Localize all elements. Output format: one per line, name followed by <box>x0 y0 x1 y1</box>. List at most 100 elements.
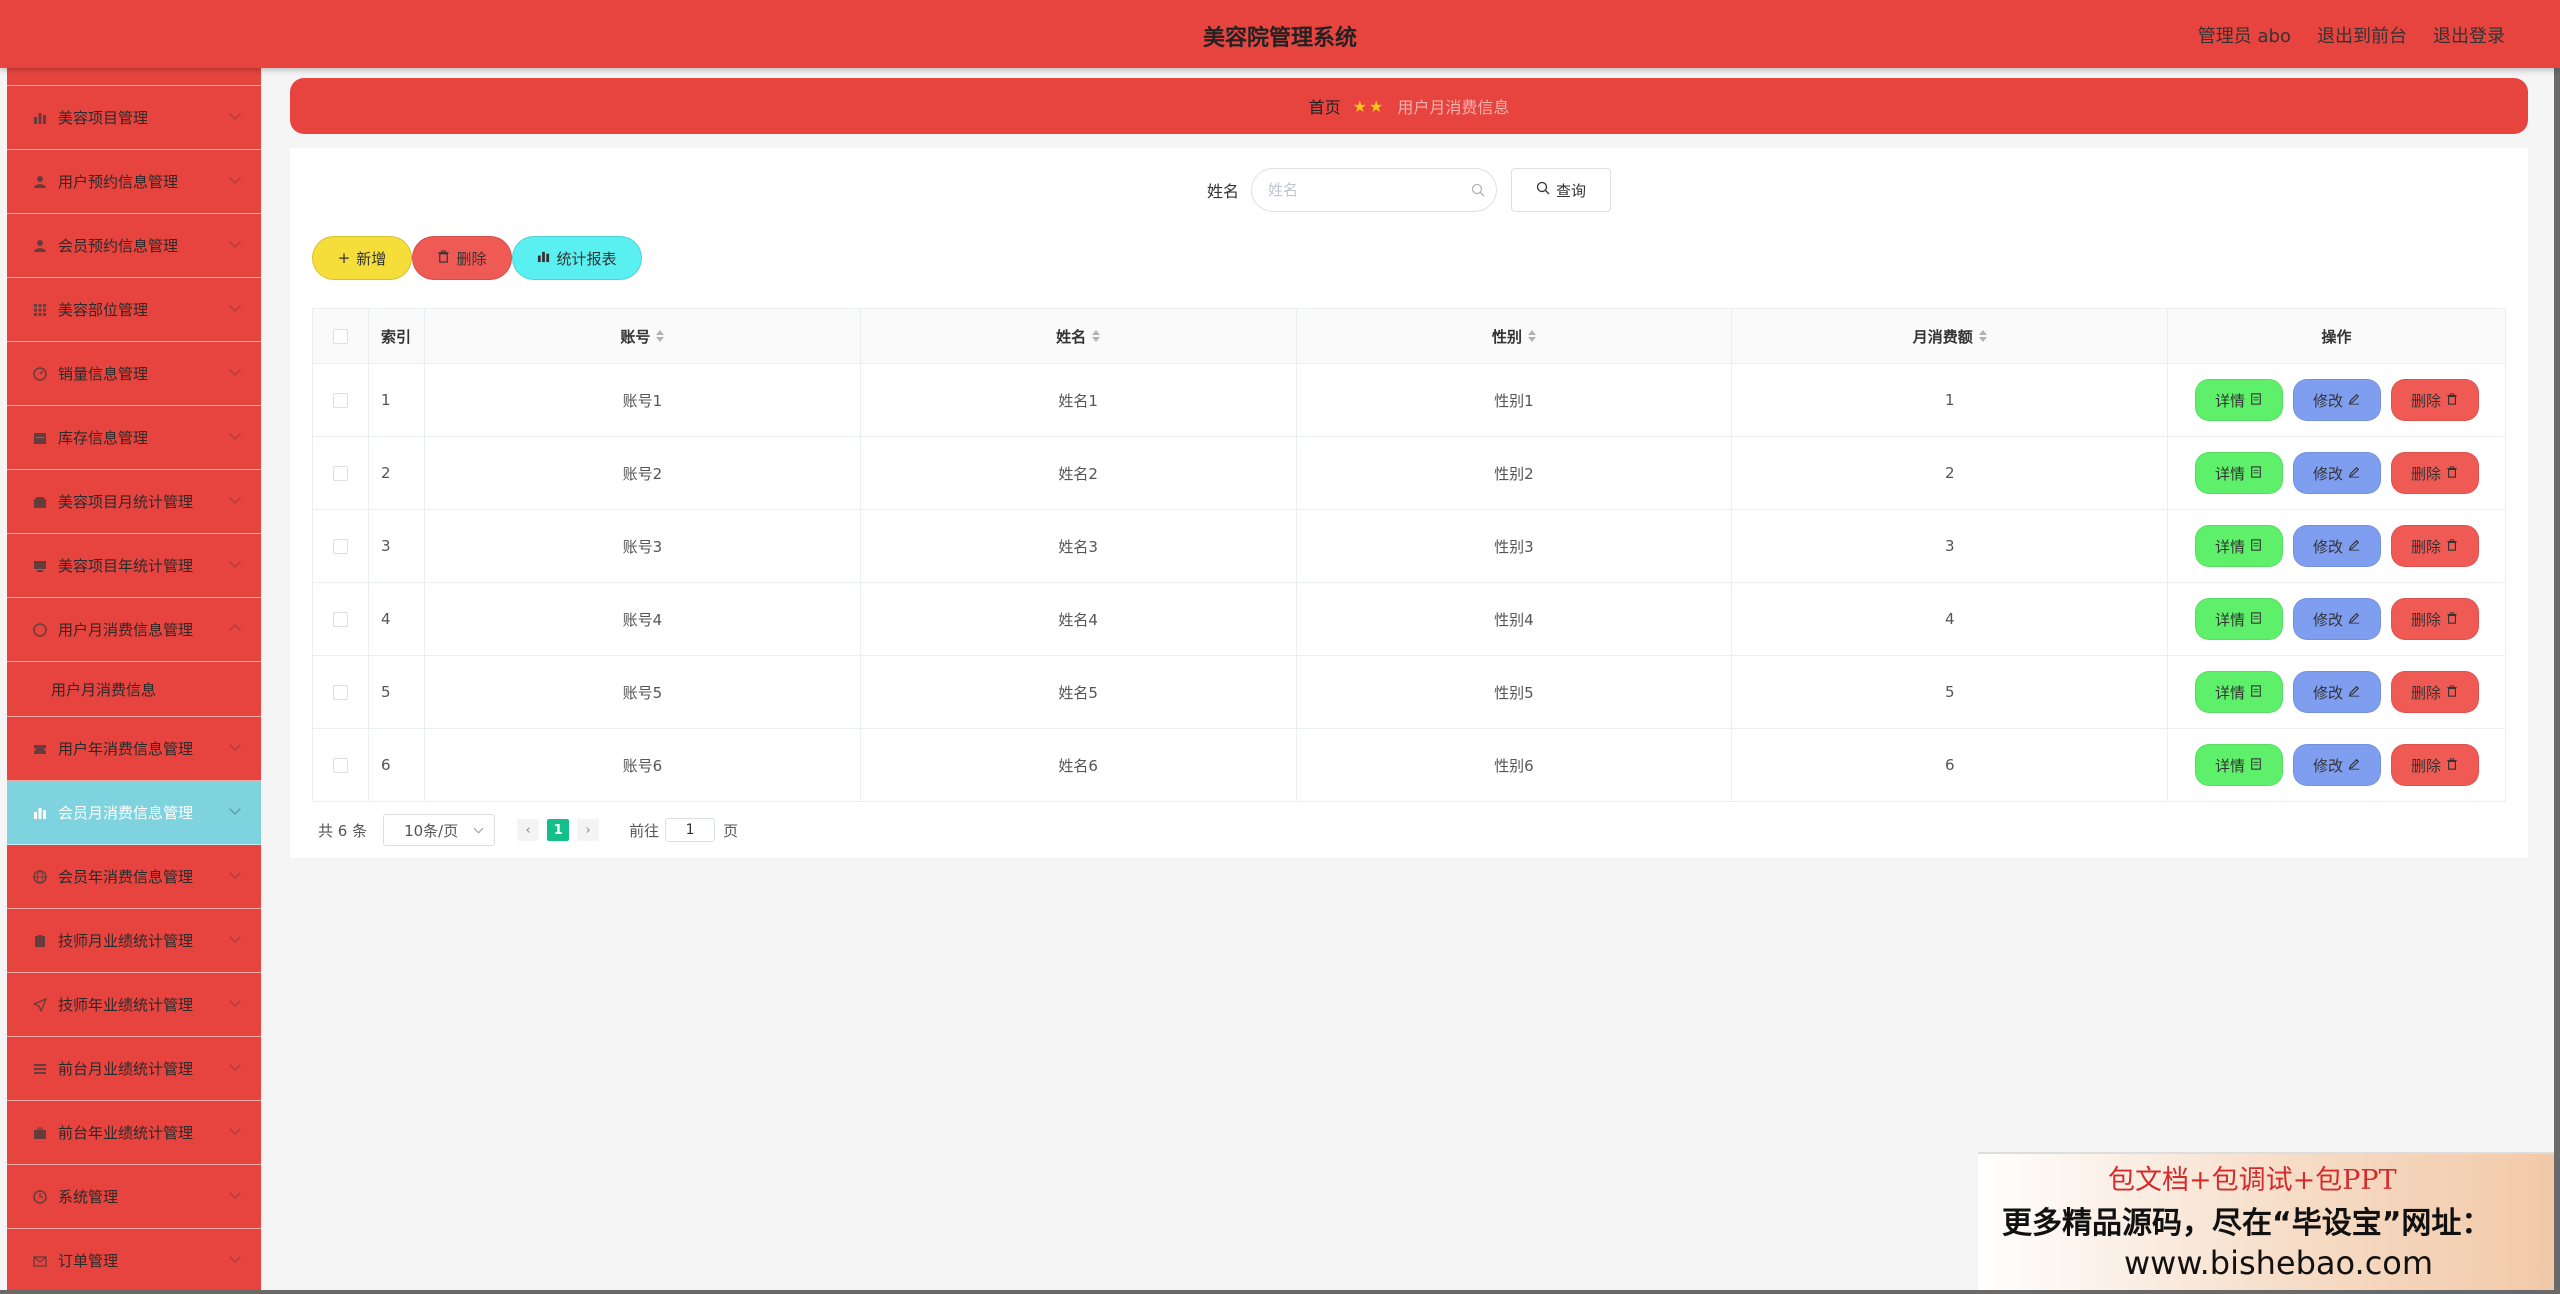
query-button[interactable]: 查询 <box>1511 168 1611 212</box>
cell-ops: 详情 修改 删除 <box>2168 437 2506 509</box>
sidebar-subitem-user-monthly-consumption[interactable]: 用户月消费信息 <box>7 662 261 717</box>
search-input[interactable] <box>1251 168 1497 212</box>
chevron-down-icon <box>229 931 241 943</box>
header-amount[interactable]: 月消费额 <box>1732 309 2169 363</box>
row-select-cell <box>313 364 369 436</box>
data-table: 索引 账号 姓名 性别 月消费额 操作 1 账号1 姓名1 性别1 1 详情 修改 删除 2 账号… <box>312 308 2506 802</box>
sidebar-item-front-monthly[interactable]: 前台月业绩统计管理 <box>7 1037 261 1101</box>
cell-gender: 性别3 <box>1297 510 1733 582</box>
sidebar-item-user-monthly-consumption[interactable]: 用户月消费信息管理 <box>7 598 261 662</box>
exit-to-front-link[interactable]: 退出到前台 <box>2317 22 2407 48</box>
sidebar-item-label: 前台年业绩统计管理 <box>58 1124 194 1142</box>
sidebar-item-member-monthly-consumption[interactable]: 会员月消费信息管理 <box>7 781 261 845</box>
sidebar-item-label: 美容部位管理 <box>58 301 149 319</box>
chevron-down-icon <box>229 1123 241 1135</box>
sort-icon[interactable] <box>1978 330 1987 342</box>
window-bottom-edge <box>0 1290 2560 1294</box>
delete-row-button[interactable]: 删除 <box>2390 525 2479 567</box>
sidebar-item-inventory[interactable]: 库存信息管理 <box>7 406 261 470</box>
chevron-down-icon <box>229 364 241 376</box>
sidebar-item-project-monthly[interactable]: 美容项目月统计管理 <box>7 470 261 534</box>
sidebar-item-orders[interactable]: 订单管理 <box>7 1229 261 1290</box>
cell-amount: 1 <box>1732 364 2169 436</box>
detail-button[interactable]: 详情 <box>2194 671 2283 713</box>
sidebar-item-user-yearly-consumption[interactable]: 用户年消费信息管理 <box>7 717 261 781</box>
table-row: 6 账号6 姓名6 性别6 6 详情 修改 删除 <box>313 729 2506 802</box>
sidebar-item-tech-yearly[interactable]: 技师年业绩统计管理 <box>7 973 261 1037</box>
table-row: 2 账号2 姓名2 性别2 2 详情 修改 删除 <box>313 437 2506 510</box>
edit-button[interactable]: 修改 <box>2292 744 2381 786</box>
edit-button[interactable]: 修改 <box>2292 525 2381 567</box>
edit-button[interactable]: 修改 <box>2292 379 2381 421</box>
delete-row-button[interactable]: 删除 <box>2390 598 2479 640</box>
delete-row-button[interactable]: 删除 <box>2390 452 2479 494</box>
row-checkbox[interactable] <box>332 611 348 627</box>
edit-button[interactable]: 修改 <box>2292 452 2381 494</box>
prev-page-button[interactable]: ‹ <box>517 819 540 841</box>
sidebar-item-front-yearly[interactable]: 前台年业绩统计管理 <box>7 1101 261 1165</box>
pagination-total: 共 6 条 <box>318 821 368 840</box>
sidebar-item-label: 订单管理 <box>58 1252 119 1270</box>
batch-delete-button[interactable]: 删除 <box>412 236 512 280</box>
delete-row-button[interactable]: 删除 <box>2390 671 2479 713</box>
page-number-button[interactable]: 1 <box>547 819 570 841</box>
sidebar-item-member-yearly-consumption[interactable]: 会员年消费信息管理 <box>7 845 261 909</box>
sidebar-item-member-appointment[interactable]: 会员预约信息管理 <box>7 214 261 278</box>
header-ops: 操作 <box>2168 309 2506 363</box>
row-checkbox[interactable] <box>332 465 348 481</box>
sidebar-item-system[interactable]: 系统管理 <box>7 1165 261 1229</box>
sidebar-item-label: 销量信息管理 <box>58 365 149 383</box>
detail-button[interactable]: 详情 <box>2194 379 2283 421</box>
cell-ops: 详情 修改 删除 <box>2168 583 2506 655</box>
send-icon <box>32 997 48 1013</box>
edit-button[interactable]: 修改 <box>2292 671 2381 713</box>
sidebar-item-label: 技师月业绩统计管理 <box>58 932 194 950</box>
detail-button-label: 详情 <box>2215 537 2246 556</box>
row-checkbox[interactable] <box>332 392 348 408</box>
header-account[interactable]: 账号 <box>425 309 861 363</box>
detail-button[interactable]: 详情 <box>2194 598 2283 640</box>
trash-icon <box>2446 537 2458 555</box>
delete-row-button[interactable]: 删除 <box>2390 379 2479 421</box>
detail-button[interactable]: 详情 <box>2194 525 2283 567</box>
edit-button[interactable]: 修改 <box>2292 598 2381 640</box>
detail-button[interactable]: 详情 <box>2194 452 2283 494</box>
sidebar-item-user-appointment[interactable]: 用户预约信息管理 <box>7 150 261 214</box>
row-checkbox[interactable] <box>332 684 348 700</box>
detail-button[interactable]: 详情 <box>2194 744 2283 786</box>
sort-icon[interactable] <box>656 330 665 342</box>
sidebar-item-beauty-part[interactable]: 美容部位管理 <box>7 278 261 342</box>
pencil-icon <box>2348 683 2360 701</box>
add-button[interactable]: + 新增 <box>312 236 412 280</box>
chevron-down-icon <box>229 803 241 815</box>
next-page-button[interactable]: › <box>577 819 600 841</box>
goto-page-input[interactable] <box>665 818 716 842</box>
sidebar-item-sales-info[interactable]: 销量信息管理 <box>7 342 261 406</box>
row-checkbox[interactable] <box>332 538 348 554</box>
header-name[interactable]: 姓名 <box>861 309 1297 363</box>
select-all-checkbox[interactable] <box>332 328 348 344</box>
query-button-label: 查询 <box>1555 181 1586 200</box>
sidebar-item-label: 美容项目管理 <box>58 109 149 127</box>
cell-account: 账号3 <box>425 510 861 582</box>
header-gender[interactable]: 性别 <box>1297 309 1733 363</box>
chevron-down-icon <box>229 739 241 751</box>
delete-row-button-label: 删除 <box>2411 464 2442 483</box>
breadcrumb-home[interactable]: 首页 <box>1309 94 1341 118</box>
edit-button-label: 修改 <box>2313 391 2344 410</box>
sidebar-item-tech-monthly[interactable]: 技师月业绩统计管理 <box>7 909 261 973</box>
sidebar-item-beauty-project[interactable]: 美容项目管理 <box>7 86 261 150</box>
promo-line-2: 更多精品源码，尽在“毕设宝”网址： <box>2002 1206 2492 1241</box>
sort-icon[interactable] <box>1092 330 1101 342</box>
cell-index: 3 <box>369 510 425 582</box>
top-header: 美容院管理系统 管理员 abo 退出到前台 退出登录 <box>0 0 2560 68</box>
delete-row-button[interactable]: 删除 <box>2390 744 2479 786</box>
row-checkbox[interactable] <box>332 757 348 773</box>
sort-icon[interactable] <box>1527 330 1536 342</box>
sidebar-item-project-yearly[interactable]: 美容项目年统计管理 <box>7 534 261 598</box>
logout-link[interactable]: 退出登录 <box>2433 22 2505 48</box>
report-button[interactable]: 统计报表 <box>512 236 642 280</box>
chevron-up-icon <box>229 624 241 636</box>
page-size-select[interactable]: 10条/页 <box>383 814 496 846</box>
chevron-down-icon <box>473 823 484 834</box>
